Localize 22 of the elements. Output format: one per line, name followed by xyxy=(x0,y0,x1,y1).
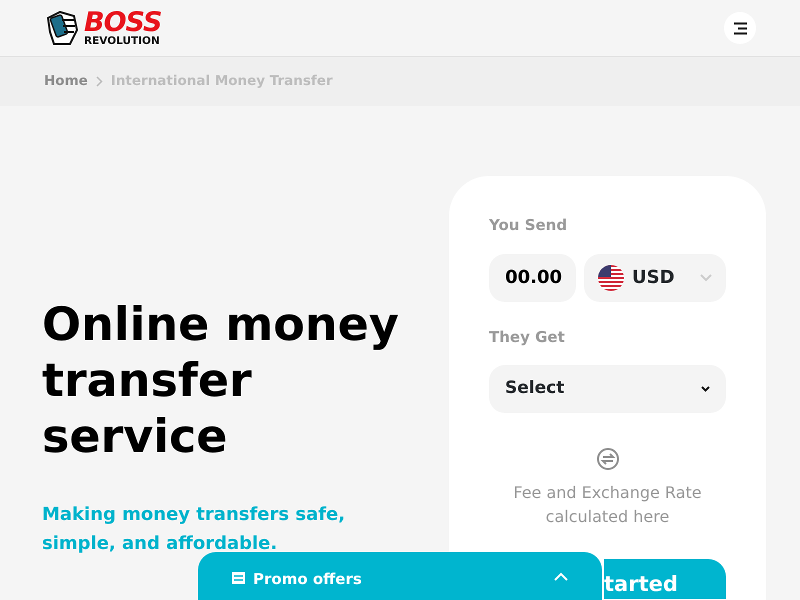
promo-label: Promo offers xyxy=(253,569,362,590)
field-label: They Get xyxy=(489,326,566,348)
fee-note: Fee and Exchange Rate calculated here xyxy=(512,482,703,528)
amount-field[interactable]: 00.00 xyxy=(489,254,576,302)
hero-heading: Online money transfer service xyxy=(42,296,400,464)
menu-icon xyxy=(732,22,748,34)
chevron-right-icon xyxy=(96,76,103,87)
logo-wordmark: BOSS xyxy=(84,9,162,36)
get-started-button[interactable]: tarted xyxy=(604,559,726,599)
breadcrumb-link[interactable]: Home xyxy=(44,71,88,92)
ticket-icon xyxy=(232,572,245,584)
currency-select[interactable]: Select xyxy=(489,365,726,413)
menu-button[interactable] xyxy=(724,12,756,44)
logo-subtitle: REVOLUTION xyxy=(84,36,161,47)
field-label: You Send xyxy=(489,215,568,236)
promo-bar[interactable]: Promo offers xyxy=(198,552,602,600)
chevron-down-icon xyxy=(700,274,712,282)
chevron-icon xyxy=(554,572,568,581)
currency-select[interactable]: USD xyxy=(584,254,726,302)
exchange-icon xyxy=(596,447,620,471)
chevron-down-icon xyxy=(701,386,710,392)
us-flag-icon xyxy=(598,264,624,290)
